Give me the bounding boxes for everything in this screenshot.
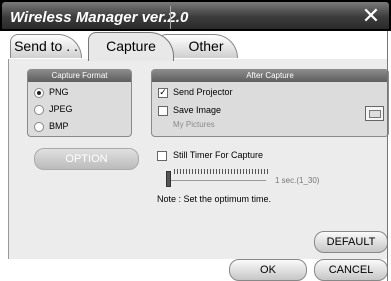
still-timer-checkbox[interactable] [157, 151, 167, 161]
timer-value-label: 1 sec.(1_30) [275, 176, 320, 185]
capture-format-group: Capture Format PNG JPEG BMP [27, 69, 132, 137]
title-bar[interactable]: Wireless Manager ver.2.0 ✕ [0, 0, 391, 31]
timer-slider-handle[interactable] [166, 171, 171, 187]
folder-browse-icon[interactable] [365, 106, 384, 121]
save-path-label: My Pictures [173, 120, 215, 129]
radio-selected-dot [37, 91, 41, 95]
capture-panel: Capture Format PNG JPEG BMP After Captur… [8, 59, 389, 259]
window-title: Wireless Manager ver.2.0 [10, 9, 189, 26]
tab-label: Other [188, 38, 224, 54]
ok-button[interactable]: OK [229, 259, 307, 281]
option-button[interactable]: OPTION [34, 148, 139, 170]
folder-icon-inner [369, 110, 381, 118]
radio-bmp[interactable] [34, 122, 44, 132]
radio-jpeg[interactable] [34, 105, 44, 115]
wireless-manager-window: Wireless Manager ver.2.0 ✕ Send to . . O… [0, 0, 391, 281]
save-image-label: Save Image [173, 105, 222, 115]
close-icon[interactable]: ✕ [361, 6, 381, 28]
capture-format-header: Capture Format [28, 70, 131, 82]
tab-label: Capture [106, 38, 156, 54]
send-projector-checkbox[interactable]: ✓ [158, 88, 168, 98]
send-projector-label: Send Projector [173, 87, 233, 97]
radio-label-bmp: BMP [49, 121, 69, 131]
save-image-checkbox[interactable] [158, 106, 168, 116]
note-text: Note : Set the optimum time. [157, 194, 272, 204]
tab-bar: Send to . . Other Capture [0, 31, 391, 61]
after-capture-group: After Capture ✓ Send Projector Save Imag… [151, 69, 389, 137]
radio-label-jpeg: JPEG [49, 104, 73, 114]
default-button[interactable]: DEFAULT [314, 231, 388, 253]
tab-capture[interactable]: Capture [88, 32, 174, 61]
right-border [387, 31, 388, 281]
timer-slider-ticks [174, 169, 269, 174]
tab-send-to[interactable]: Send to . . [10, 34, 82, 58]
bottom-bar: OK CANCEL [0, 259, 391, 281]
after-capture-header: After Capture [152, 70, 388, 82]
tab-label: Send to . . [14, 38, 78, 54]
radio-png[interactable] [34, 88, 44, 98]
title-bar-fill: Wireless Manager ver.2.0 ✕ [2, 2, 389, 29]
cancel-button[interactable]: CANCEL [314, 259, 388, 281]
radio-label-png: PNG [49, 87, 69, 97]
title-divider [170, 6, 171, 29]
timer-slider-track[interactable] [166, 180, 266, 181]
still-timer-label: Still Timer For Capture [173, 150, 264, 160]
